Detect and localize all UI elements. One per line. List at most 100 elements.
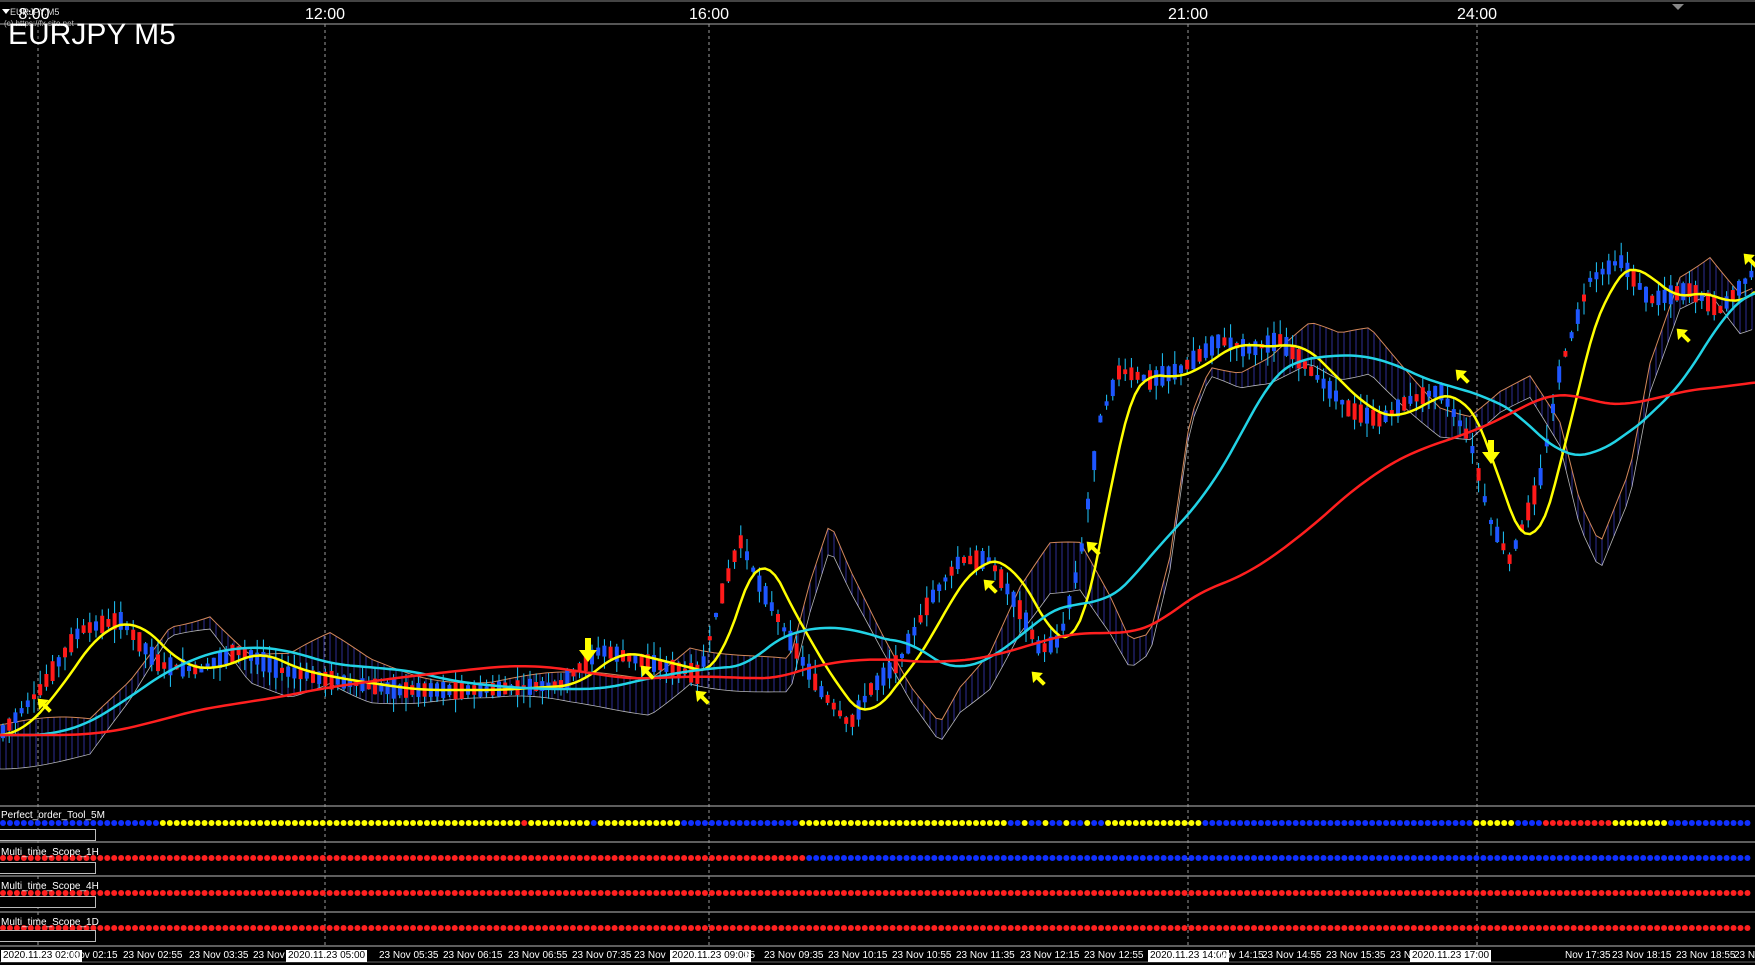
mtf-1d-dot (1522, 925, 1529, 931)
mtf-1h-dot (389, 855, 396, 861)
mtf-1h-dot (785, 855, 792, 861)
perfect-order-dot (1014, 820, 1021, 826)
mtf-1d-dot (257, 925, 264, 931)
perfect-order-dot (875, 820, 882, 826)
perfect-order-dot (1570, 820, 1577, 826)
perfect-order-dot (1619, 820, 1626, 826)
time-axis-label: 23 Nov 02:55 (123, 950, 183, 961)
mtf-4h-dot (1702, 890, 1709, 896)
chart-window[interactable]: EURJPY,M5 (c) https://fx.site.net EURJPY… (0, 0, 1755, 965)
mtf-1h-dot (1535, 855, 1542, 861)
mtf-1d-dot (458, 925, 465, 931)
candle-body (1588, 277, 1593, 282)
perfect-order-dot (1320, 820, 1327, 826)
perfect-order-dot (278, 820, 284, 826)
mtf-1d-dot (1014, 925, 1021, 931)
candle-body (410, 685, 415, 695)
candle-body (1681, 283, 1686, 301)
perfect-order-dot (1299, 820, 1306, 826)
mtf-4h-dot (1744, 890, 1751, 896)
candle-body (1551, 403, 1555, 414)
mtf-1d-dot (917, 925, 924, 931)
perfect-order-dot (1216, 820, 1223, 826)
mtf-1h-dot (222, 855, 229, 861)
perfect-order-dot (430, 820, 437, 826)
mtf-1h-dot (1049, 855, 1056, 861)
indicator-panel-label-box (0, 862, 96, 874)
candle-body (757, 575, 762, 592)
chart-shift-marker-icon[interactable] (1672, 4, 1684, 10)
candle-body (794, 643, 799, 659)
candle-body (286, 666, 291, 677)
candle-body (1352, 403, 1357, 420)
mtf-1h-dot (1570, 855, 1577, 861)
mtf-1h-dot (646, 855, 653, 861)
mtf-1d-dot (1424, 925, 1431, 931)
candle-body (1389, 410, 1394, 415)
mtf-1d-dot (1070, 925, 1077, 931)
mtf-1h-dot (1202, 855, 1209, 861)
mtf-1d-dot (410, 925, 417, 931)
mtf-1d-dot (618, 925, 625, 931)
mtf-4h-dot (1167, 890, 1174, 896)
candle-body (1600, 268, 1605, 275)
perfect-order-dot (1737, 820, 1744, 826)
mtf-1d-dot (222, 925, 229, 931)
candle-body (1445, 398, 1450, 407)
mtf-1d-dot (952, 925, 959, 931)
mtf-1h-dot (535, 855, 542, 861)
candle-body (782, 627, 787, 632)
perfect-order-dot (1417, 820, 1424, 826)
perfect-order-dot (291, 820, 298, 826)
mtf-4h-dot (861, 890, 868, 896)
candle-body (1538, 468, 1543, 486)
candle-body (1433, 385, 1438, 398)
mtf-4h-dot (1619, 890, 1626, 896)
candle-body (56, 657, 61, 667)
mtf-1h-dot (1723, 855, 1730, 861)
price-chart[interactable] (0, 0, 1755, 965)
perfect-order-dot (827, 820, 834, 826)
mtf-4h-dot (1577, 890, 1584, 896)
perfect-order-dot (1084, 820, 1091, 826)
perfect-order-dot (347, 820, 354, 826)
mtf-4h-dot (1459, 890, 1466, 896)
mtf-4h-dot (1633, 890, 1640, 896)
candle-body (862, 695, 867, 703)
mtf-1d-dot (1084, 925, 1091, 931)
perfect-order-dot (1556, 820, 1563, 826)
mtf-4h-dot (1529, 890, 1535, 896)
mtf-1h-dot (701, 855, 708, 861)
mtf-1h-dot (1313, 855, 1320, 861)
mtf-1h-dot (875, 855, 882, 861)
mtf-4h-dot (854, 890, 861, 896)
candle-body (1458, 420, 1462, 427)
mtf-1d-dot (1549, 925, 1556, 931)
mtf-4h-dot (1341, 890, 1348, 896)
candle-body (1166, 366, 1171, 382)
mtf-4h-dot (590, 890, 597, 896)
mtf-1d-dot (1292, 925, 1299, 931)
candle-body (125, 625, 129, 631)
perfect-order-dot (1202, 820, 1209, 826)
candle-body (1092, 451, 1097, 471)
mtf-4h-dot (1084, 890, 1091, 896)
mtf-1h-dot (1501, 855, 1508, 861)
mtf-4h-dot (597, 890, 604, 896)
perfect-order-dot (722, 820, 729, 826)
mtf-1d-dot (1153, 925, 1160, 931)
mtf-4h-dot (264, 890, 271, 896)
chart-menu-icon[interactable] (2, 9, 10, 14)
perfect-order-dot (1313, 820, 1320, 826)
mtf-1d-dot (1390, 925, 1396, 931)
mtf-1h-dot (423, 855, 430, 861)
mtf-4h-dot (229, 890, 236, 896)
perfect-order-dot (1640, 820, 1647, 826)
candle-body (1606, 260, 1611, 275)
mtf-4h-dot (986, 890, 993, 896)
mtf-1h-dot (632, 855, 639, 861)
time-axis-label: 23 Nov 12:55 (1084, 950, 1144, 961)
mtf-1d-dot (736, 925, 743, 931)
time-axis-label: 23 Nov 18:15 (1612, 950, 1672, 961)
perfect-order-dot (1529, 820, 1535, 826)
